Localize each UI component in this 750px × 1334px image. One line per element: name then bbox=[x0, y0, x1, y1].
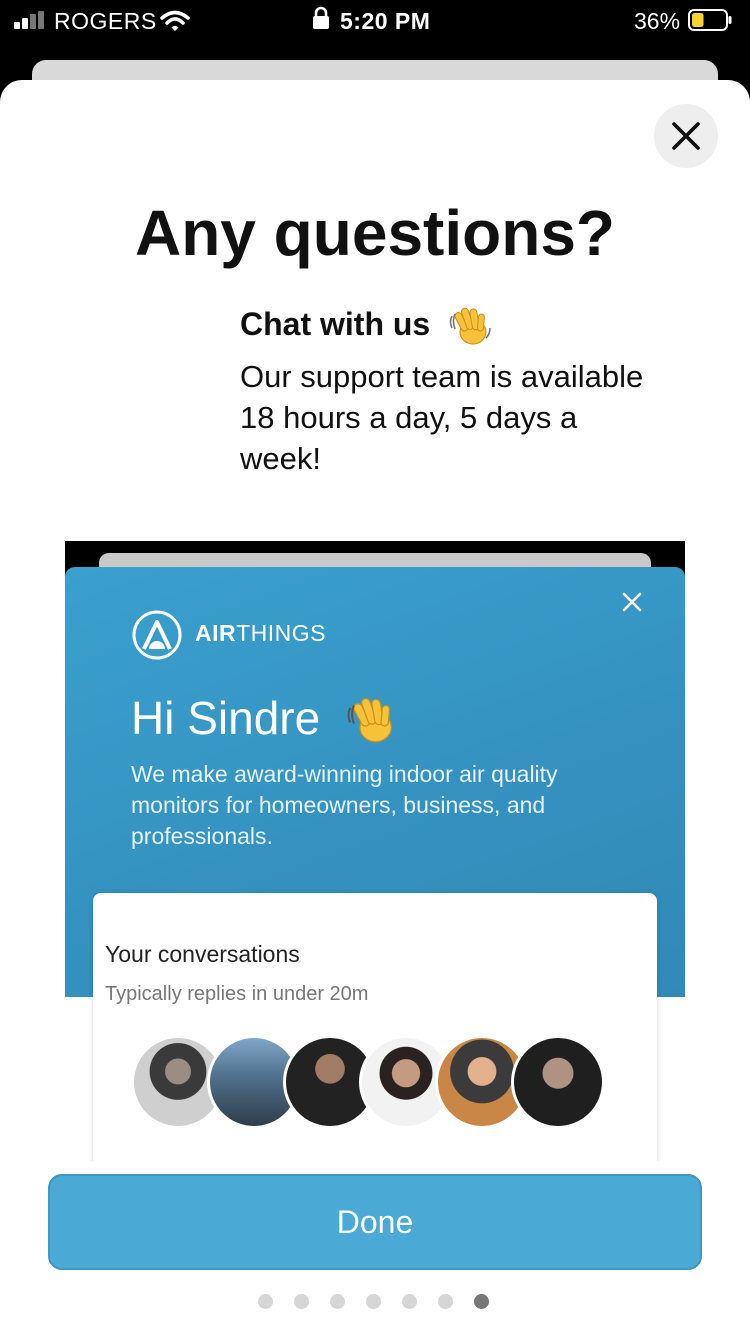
pagination-dot[interactable] bbox=[366, 1294, 381, 1309]
chat-preview-image: AIRTHINGS Hi Sindre We make award-winnin… bbox=[65, 541, 685, 1161]
preview-close-icon bbox=[622, 592, 642, 612]
waving-hand-icon bbox=[449, 307, 491, 345]
status-bar: ROGERS 5:20 PM 36% bbox=[0, 0, 750, 42]
done-button[interactable]: Done bbox=[48, 1174, 702, 1270]
battery-icon bbox=[688, 9, 732, 31]
signal-icon bbox=[14, 11, 48, 29]
pagination-dot[interactable] bbox=[438, 1294, 453, 1309]
battery-percentage: 36% bbox=[634, 8, 681, 34]
pagination-dot[interactable] bbox=[402, 1294, 417, 1309]
airthings-logo-icon bbox=[132, 610, 182, 660]
avatar bbox=[511, 1035, 605, 1129]
pagination-dot[interactable] bbox=[294, 1294, 309, 1309]
company-intro: We make award-winning indoor air quality… bbox=[131, 761, 558, 849]
reply-time: Typically replies in under 20m bbox=[105, 983, 369, 1005]
conversations-title: Your conversations bbox=[105, 941, 300, 967]
page-title: Any questions? bbox=[134, 197, 616, 269]
close-button[interactable] bbox=[654, 104, 718, 168]
pagination-dots bbox=[258, 1294, 498, 1310]
pagination-dot[interactable] bbox=[330, 1294, 345, 1309]
carrier-name: ROGERS bbox=[54, 8, 157, 34]
lock-icon bbox=[313, 6, 329, 29]
chat-description: Our support team is available 18 hours a… bbox=[240, 359, 644, 476]
close-icon bbox=[672, 122, 700, 150]
wifi-icon bbox=[160, 10, 190, 31]
pagination-dot[interactable] bbox=[474, 1294, 489, 1309]
greeting: Hi Sindre bbox=[131, 692, 321, 744]
clock: 5:20 PM bbox=[340, 8, 431, 34]
pagination-dot[interactable] bbox=[258, 1294, 273, 1309]
brand-name: AIRTHINGS bbox=[195, 620, 327, 646]
waving-hand-icon bbox=[347, 697, 392, 743]
chat-subtitle: Chat with us bbox=[240, 306, 431, 342]
team-avatars bbox=[131, 1035, 611, 1129]
